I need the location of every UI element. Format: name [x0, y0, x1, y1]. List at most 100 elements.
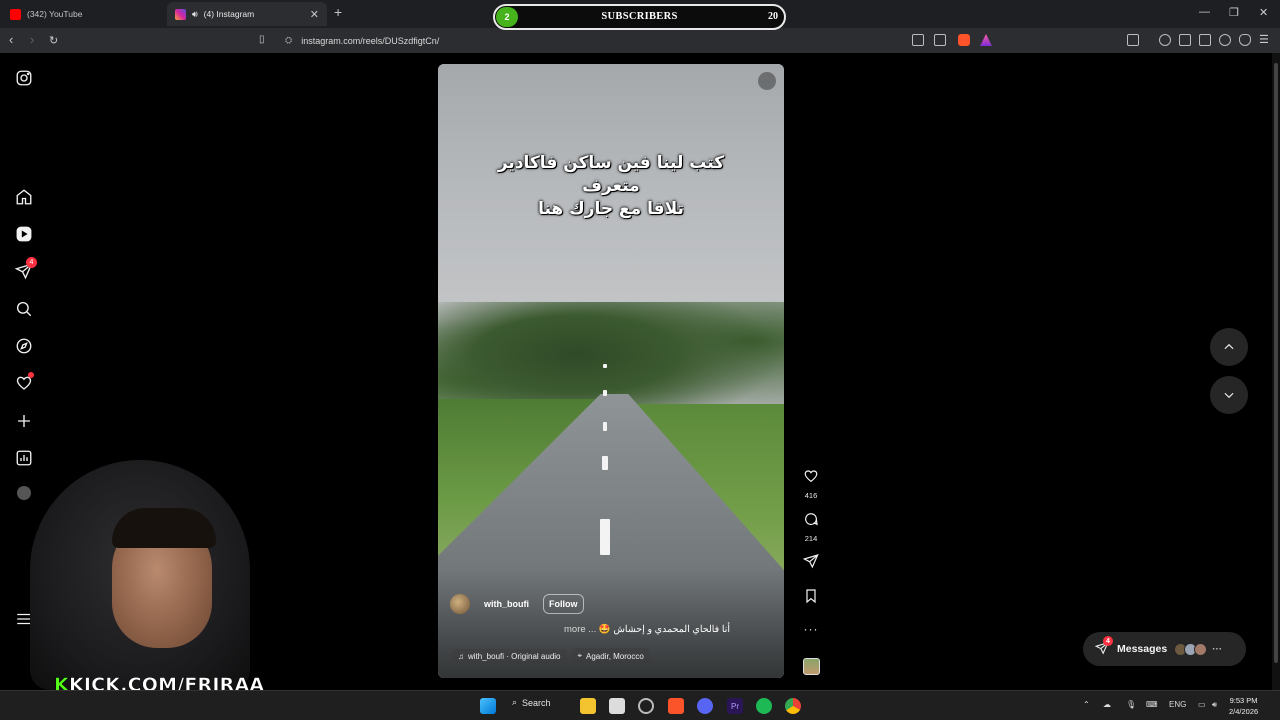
browser-menu-icon[interactable]: ☰: [1259, 33, 1269, 46]
vpn-shield-icon[interactable]: [1239, 34, 1251, 46]
media-controls-icon[interactable]: [1159, 34, 1171, 46]
chevron-down-icon: [1224, 392, 1234, 399]
tab-instagram[interactable]: 🔊︎ (4) Instagram ✕: [167, 2, 327, 26]
heart-icon[interactable]: [15, 372, 34, 392]
more-icon: ···: [1212, 643, 1223, 655]
share-send-icon: [802, 554, 819, 569]
address-bar-row: ‹ › ↻ ▯ ⛭ instagram.com/reels/DUSzdfigtC…: [0, 28, 1280, 53]
forward-icon[interactable]: ›: [30, 32, 34, 47]
page-scrollbar[interactable]: [1272, 53, 1280, 690]
new-tab-button[interactable]: +: [334, 4, 342, 20]
save-action[interactable]: [803, 588, 819, 609]
author-avatar[interactable]: [450, 594, 470, 614]
reel-description: أنا فالحاي المحمدي و إحشاش 🤩 ... more: [564, 624, 730, 635]
snipping-tool-icon[interactable]: [609, 698, 625, 714]
subscribers-widget: 2 SUBSCRIBERS 20: [493, 4, 786, 30]
site-info-icon[interactable]: ⛭: [285, 35, 292, 46]
home-icon[interactable]: [15, 188, 33, 206]
lane-mark: [603, 390, 607, 396]
reload-icon[interactable]: ↻: [49, 34, 58, 47]
bookmark-save-icon: [806, 589, 816, 604]
reel-author: with_boufi Follow: [450, 594, 584, 614]
sidebar-toggle-icon[interactable]: [1179, 34, 1191, 46]
create-plus-icon[interactable]: [15, 412, 33, 430]
taskbar-search[interactable]: ⌕ Search: [512, 697, 551, 708]
reel-video[interactable]: كتب لينا فين ساكن فاكادير متعرف تلاقا مع…: [438, 64, 784, 678]
close-tab-icon[interactable]: ✕: [310, 8, 319, 21]
discord-icon[interactable]: [697, 698, 713, 714]
share-icon[interactable]: [934, 34, 946, 46]
more-link[interactable]: ... more: [564, 624, 596, 635]
instagram-favicon-icon: [175, 8, 186, 20]
speaker-icon[interactable]: 🔊︎: [192, 9, 198, 20]
audio-thumbnail[interactable]: [803, 658, 820, 675]
like-action[interactable]: 416: [803, 468, 819, 500]
webcam-overlay: [0, 450, 300, 690]
location-label: Agadir, Morocco: [586, 651, 644, 661]
subscribers-count: 20: [768, 11, 778, 22]
start-windows-icon[interactable]: [480, 698, 496, 714]
location-chip[interactable]: ⌖ Agadir, Morocco: [571, 648, 650, 664]
lane-mark: [600, 519, 610, 555]
maximize-icon[interactable]: ❐: [1229, 6, 1239, 19]
minimize-icon[interactable]: —: [1199, 6, 1210, 18]
spotify-icon[interactable]: [756, 698, 772, 714]
avatar: [1194, 642, 1208, 656]
tab-label: (4) Instagram: [203, 9, 255, 19]
cast-icon[interactable]: [912, 34, 924, 46]
more-options-icon[interactable]: ···: [803, 622, 819, 636]
comment-count: 214: [804, 534, 818, 543]
comment-icon: [805, 513, 818, 526]
overlay-line-2: تلاقا مع جارك هنا: [538, 199, 684, 219]
volume-icon[interactable]: 🔊︎: [1212, 700, 1217, 710]
back-icon[interactable]: ‹: [9, 32, 13, 47]
share-action[interactable]: [802, 553, 819, 574]
network-icon[interactable]: ▭: [1198, 700, 1206, 709]
onedrive-icon[interactable]: ☁: [1103, 700, 1111, 709]
direct-send-icon[interactable]: 4: [14, 257, 37, 280]
lane-mark: [603, 364, 607, 368]
premiere-pro-icon[interactable]: Pr: [727, 698, 743, 714]
webcam-hair: [112, 508, 216, 548]
scrollbar-thumb[interactable]: [1274, 63, 1278, 663]
send-badge: 4: [26, 257, 37, 268]
leo-ai-icon[interactable]: [1219, 34, 1231, 46]
music-note-icon: ♫: [458, 651, 464, 661]
screen: (342) YouTube 🔊︎ (4) Instagram ✕ + — ❐ ✕…: [0, 0, 1280, 720]
description-text: أنا فالحاي المحمدي و إحشاش 🤩: [598, 624, 730, 635]
brave-rewards-icon[interactable]: [980, 34, 992, 46]
search-icon[interactable]: [15, 300, 33, 318]
brave-browser-icon[interactable]: [668, 698, 684, 714]
lane-mark: [603, 422, 607, 431]
follow-button[interactable]: Follow: [543, 594, 584, 614]
close-window-icon[interactable]: ✕: [1259, 6, 1268, 19]
wallet-icon[interactable]: [1199, 34, 1211, 46]
reels-icon[interactable]: [15, 225, 33, 243]
chevron-up-icon: [1224, 343, 1234, 350]
previous-reel-button[interactable]: [1210, 328, 1248, 366]
chrome-icon[interactable]: [785, 698, 801, 714]
obs-icon[interactable]: [638, 698, 654, 714]
language-indicator[interactable]: ENG: [1169, 700, 1186, 709]
taskbar-clock[interactable]: 9:53 PM 2/4/2026: [1229, 695, 1258, 717]
tab-search-icon[interactable]: [1127, 34, 1139, 46]
tab-youtube[interactable]: (342) YouTube: [2, 2, 165, 26]
explore-icon[interactable]: [15, 337, 33, 355]
file-explorer-icon[interactable]: [580, 698, 596, 714]
next-reel-button[interactable]: [1210, 376, 1248, 414]
instagram-logo-icon[interactable]: [15, 69, 33, 87]
reel-meta: ♫ with_boufi · Original audio ⌖ Agadir, Mo…: [452, 647, 650, 665]
like-count: 416: [804, 491, 818, 500]
brave-shields-icon[interactable]: [958, 34, 970, 46]
bookmark-icon[interactable]: ▯: [259, 34, 265, 45]
messages-button[interactable]: 4 Messages ···: [1083, 632, 1246, 666]
comment-action[interactable]: 214: [803, 511, 819, 543]
messages-label: Messages: [1117, 643, 1168, 655]
keyboard-icon[interactable]: ⌨: [1146, 700, 1158, 709]
author-username[interactable]: with_boufi: [484, 599, 529, 609]
audio-chip[interactable]: ♫ with_boufi · Original audio: [452, 648, 567, 664]
mute-icon[interactable]: [758, 72, 776, 90]
url-field[interactable]: ⛭ instagram.com/reels/DUSzdfigtCn/: [285, 31, 439, 50]
tray-chevron-icon[interactable]: ⌃: [1083, 700, 1090, 709]
microphone-icon[interactable]: 🎙︎: [1126, 700, 1136, 709]
